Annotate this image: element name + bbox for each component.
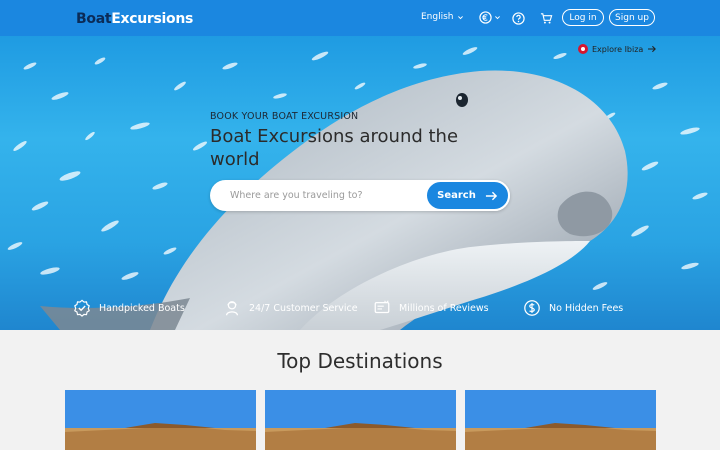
feature-handpicked-boats: Handpicked Boats	[73, 299, 185, 317]
destination-card[interactable]	[465, 390, 656, 450]
destination-search-input[interactable]	[220, 187, 425, 204]
login-button[interactable]: Log in	[562, 9, 604, 26]
feature-reviews: Millions of Reviews	[373, 299, 489, 317]
reviews-icon	[374, 300, 390, 314]
hero-banner: Explore Ibiza BOOK YOUR BOAT EXCURSION B…	[0, 36, 720, 330]
chevron-down-icon	[457, 15, 463, 19]
feature-label: Millions of Reviews	[399, 302, 489, 314]
explore-destination-link[interactable]: Explore Ibiza	[578, 44, 657, 54]
top-nav-bar: BoatExcursions English Log in Sign up	[0, 0, 720, 36]
search-bar: Search	[210, 180, 510, 211]
arrow-right-icon	[648, 45, 657, 53]
feature-label: No Hidden Fees	[549, 302, 624, 314]
support-agent-icon	[225, 301, 239, 316]
destination-card[interactable]	[65, 390, 256, 450]
language-selector[interactable]: English	[421, 12, 464, 22]
hero-eyebrow: BOOK YOUR BOAT EXCURSION	[210, 111, 359, 122]
section-title-top-destinations: Top Destinations	[277, 349, 443, 373]
search-button-label: Search	[437, 190, 476, 201]
search-button[interactable]: Search	[425, 180, 510, 211]
question-circle-icon	[512, 12, 525, 25]
logo-part-boat: Boat	[76, 11, 112, 27]
euro-circle-icon	[479, 10, 492, 24]
cart-button[interactable]	[540, 10, 554, 24]
currency-selector[interactable]	[479, 10, 501, 24]
feature-label: Handpicked Boats	[99, 302, 185, 314]
map-pin-icon	[578, 44, 588, 54]
explore-label: Explore Ibiza	[592, 44, 644, 54]
destination-image	[465, 390, 656, 450]
logo-part-excursions: Excursions	[111, 11, 194, 27]
destination-image	[65, 390, 256, 450]
help-button[interactable]	[512, 10, 526, 25]
destination-card[interactable]	[265, 390, 456, 450]
badge-check-icon	[74, 299, 90, 317]
destination-image	[265, 390, 456, 450]
signup-button[interactable]: Sign up	[609, 9, 655, 26]
site-logo[interactable]: BoatExcursions	[76, 11, 193, 27]
hero-headline: Boat Excursions around the world	[210, 126, 459, 170]
feature-label: 24/7 Customer Service	[249, 302, 358, 314]
language-label: English	[421, 12, 454, 22]
feature-customer-service: 24/7 Customer Service	[223, 299, 358, 317]
arrow-right-icon	[485, 191, 497, 200]
feature-strip: Handpicked Boats 24/7 Customer Service M…	[0, 299, 720, 321]
feature-no-hidden-fees: No Hidden Fees	[523, 299, 623, 317]
cart-icon	[540, 13, 553, 24]
dollar-circle-icon	[524, 300, 540, 316]
chevron-down-icon	[495, 15, 500, 19]
